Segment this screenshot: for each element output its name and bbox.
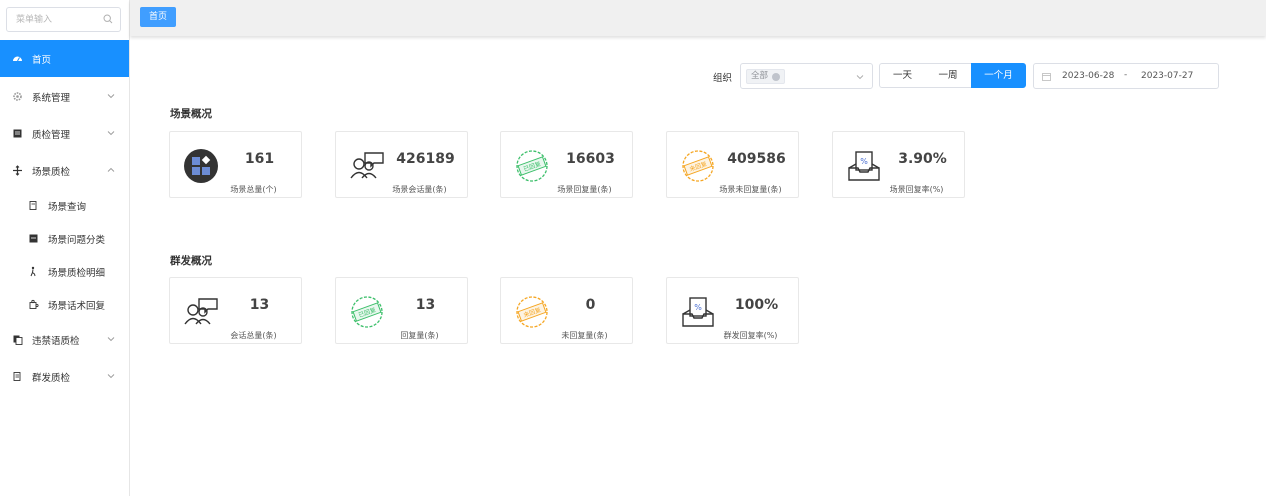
stat-value: 16603 xyxy=(566,151,615,167)
chip-close-icon[interactable] xyxy=(772,72,781,81)
stat-value: 426189 xyxy=(396,151,455,167)
menu-search-input[interactable] xyxy=(7,8,97,31)
stat-value: 3.90% xyxy=(898,151,947,167)
percent-inbox-icon: % xyxy=(682,297,714,327)
replied-stamp-icon: 已回复 xyxy=(351,296,383,328)
menu-label: 违禁语质检 xyxy=(32,335,80,347)
sidebar: 首页 系统管理 质检管理 场景质检 场景查询 场景问题分类 场景质检明细 场景话… xyxy=(0,0,130,496)
menu-search-box[interactable] xyxy=(6,7,121,32)
stat-card-scene-reply-rate: % 3.90% 场景回复率(%) xyxy=(832,131,965,198)
gear-icon xyxy=(12,91,23,102)
org-label: 组织 xyxy=(713,73,733,84)
stat-card-group-unreplied: 未回复 0 未回复量(条) xyxy=(500,277,633,344)
menu-label: 系统管理 xyxy=(32,92,71,104)
menu-item-home[interactable]: 首页 xyxy=(0,40,129,77)
org-select[interactable]: 全部 xyxy=(740,63,873,89)
stat-label: 场景未回复量(条) xyxy=(719,185,782,194)
stat-label: 会话总量(条) xyxy=(230,331,277,340)
stat-label: 未回复量(条) xyxy=(561,331,608,340)
menu-item-forbidden[interactable]: 违禁语质检 xyxy=(0,321,129,358)
calendar-icon xyxy=(1042,73,1051,81)
menu-label: 场景质检 xyxy=(32,166,71,178)
menu-item-scene-reply[interactable]: 场景话术回复 xyxy=(0,286,129,323)
scene-section-title: 场景概况 xyxy=(170,108,212,120)
chat-users-icon xyxy=(350,152,384,179)
group-section-title: 群发概况 xyxy=(170,255,212,267)
menu-label: 群发质检 xyxy=(32,372,71,384)
range-month-button[interactable]: 一个月 xyxy=(971,63,1026,88)
end-date[interactable]: 2023-07-27 xyxy=(1141,71,1193,81)
stat-value: 161 xyxy=(244,151,275,167)
menu-label: 质检管理 xyxy=(32,129,71,141)
file-icon xyxy=(28,233,39,244)
clipboard-icon xyxy=(12,371,23,382)
menu-item-system[interactable]: 系统管理 xyxy=(0,78,129,115)
search-icon[interactable] xyxy=(103,14,113,24)
svg-text:%: % xyxy=(694,303,702,312)
stat-label: 场景回复量(条) xyxy=(557,185,612,194)
menu-item-scene-detail[interactable]: 场景质检明细 xyxy=(0,253,129,290)
chevron-down-icon xyxy=(107,94,115,99)
chevron-down-icon xyxy=(107,337,115,342)
stat-label: 回复量(条) xyxy=(400,331,439,340)
menu-label: 场景话术回复 xyxy=(48,300,106,312)
range-week-button[interactable]: 一周 xyxy=(925,63,972,88)
chevron-down-icon xyxy=(107,131,115,136)
menu-item-scene-qc[interactable]: 场景质检 xyxy=(0,152,129,189)
document-icon xyxy=(12,128,23,139)
menu-label: 首页 xyxy=(32,54,52,66)
chevron-down-icon xyxy=(856,75,864,80)
unreplied-stamp-icon: 未回复 xyxy=(682,150,714,182)
menu-item-group-qc[interactable]: 群发质检 xyxy=(0,358,129,395)
stat-label: 场景回复率(%) xyxy=(889,185,944,194)
puzzle-icon xyxy=(28,299,39,310)
stat-card-group-conversations: 13 会话总量(条) xyxy=(169,277,302,344)
copy-icon xyxy=(12,334,23,345)
stat-value: 409586 xyxy=(727,151,786,167)
stat-value: 13 xyxy=(415,297,436,313)
org-chip-label: 全部 xyxy=(751,71,769,81)
stat-label: 群发回复率(%) xyxy=(723,331,778,340)
start-date[interactable]: 2023-06-28 xyxy=(1062,71,1114,81)
top-tab-bar: 首页 xyxy=(130,0,1266,36)
menu-item-scene-category[interactable]: 场景问题分类 xyxy=(0,220,129,257)
stat-value: 100% xyxy=(734,297,779,313)
chevron-up-icon xyxy=(107,167,115,172)
stat-card-scene-replied: 已回复 16603 场景回复量(条) xyxy=(500,131,633,198)
date-separator: - xyxy=(1124,70,1128,80)
menu-item-qc[interactable]: 质检管理 xyxy=(0,115,129,152)
stat-value: 0 xyxy=(585,297,596,313)
menu-label: 场景问题分类 xyxy=(48,234,106,246)
tab-home[interactable]: 首页 xyxy=(140,7,176,27)
stat-label: 场景总量(个) xyxy=(230,185,277,194)
stat-card-scene-unreplied: 未回复 409586 场景未回复量(条) xyxy=(666,131,799,198)
stat-value: 13 xyxy=(249,297,270,313)
list-icon xyxy=(28,200,39,211)
apps-icon xyxy=(184,149,218,183)
stat-card-scene-conversations: 426189 场景会话量(条) xyxy=(335,131,468,198)
stat-card-scene-total: 161 场景总量(个) xyxy=(169,131,302,198)
chat-users-icon xyxy=(184,298,218,325)
org-chip: 全部 xyxy=(746,69,786,84)
replied-stamp-icon: 已回复 xyxy=(516,150,548,182)
range-day-button[interactable]: 一天 xyxy=(879,63,926,88)
stat-card-group-reply-rate: % 100% 群发回复率(%) xyxy=(666,277,799,344)
svg-text:%: % xyxy=(860,157,868,166)
menu-item-scene-query[interactable]: 场景查询 xyxy=(0,187,129,224)
person-walk-icon xyxy=(28,266,39,277)
chevron-down-icon xyxy=(107,374,115,379)
date-range-picker[interactable]: 2023-06-28 - 2023-07-27 xyxy=(1033,63,1219,89)
menu-label: 场景查询 xyxy=(48,201,87,213)
move-icon xyxy=(12,165,23,176)
stat-label: 场景会话量(条) xyxy=(392,185,447,194)
menu-label: 场景质检明细 xyxy=(48,267,106,279)
percent-inbox-icon: % xyxy=(848,151,880,181)
stat-card-group-replied: 已回复 13 回复量(条) xyxy=(335,277,468,344)
unreplied-stamp-icon: 未回复 xyxy=(516,296,548,328)
dashboard-icon xyxy=(12,53,23,64)
